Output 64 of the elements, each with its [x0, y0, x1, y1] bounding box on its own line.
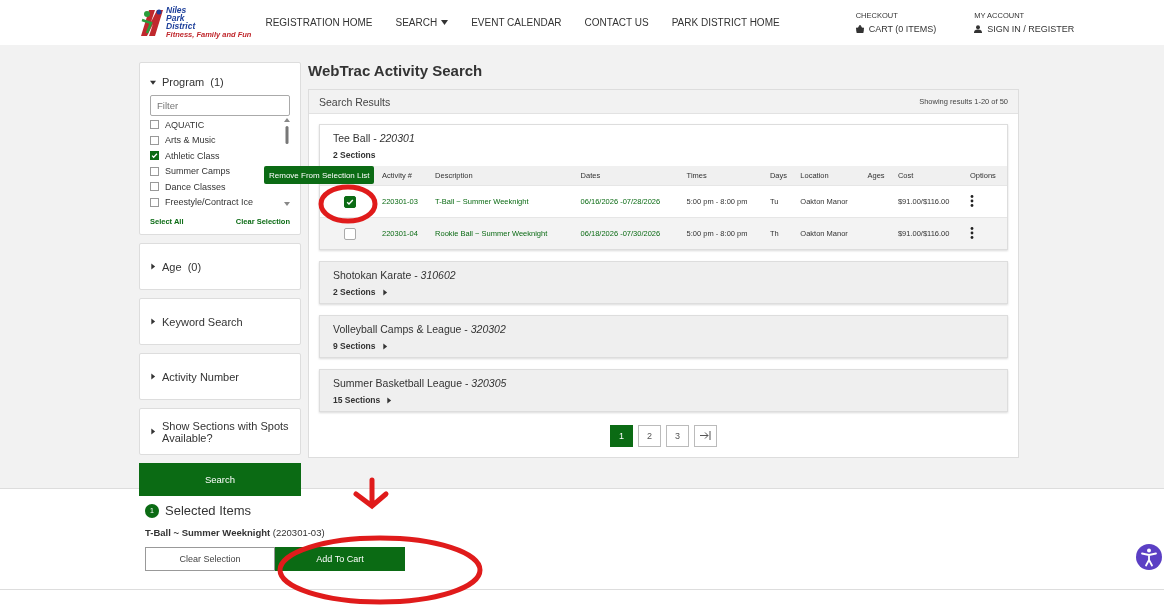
- expand-triangle-icon: [150, 318, 156, 325]
- annotation-arrow: [353, 477, 389, 510]
- more-options-icon[interactable]: [969, 194, 974, 207]
- program-filter-toggle[interactable]: Program (1): [150, 63, 290, 95]
- program-option[interactable]: Athletic Class: [150, 148, 220, 164]
- filter-toggle[interactable]: Activity Number: [139, 353, 301, 400]
- last-page-icon: [700, 430, 711, 440]
- selected-items-title: Selected Items: [165, 503, 251, 518]
- expand-triangle-icon: [386, 396, 393, 404]
- expand-triangle-icon: [150, 263, 156, 270]
- search-button[interactable]: Search: [139, 463, 301, 496]
- activity-name: Tee Ball - 220301: [332, 132, 416, 144]
- filter-field[interactable]: Filter: [150, 95, 290, 116]
- program-option[interactable]: AQUATIC: [150, 117, 205, 133]
- page-button[interactable]: 2: [638, 425, 661, 447]
- program-option[interactable]: Dance Classes: [150, 179, 226, 195]
- checkbox[interactable]: [150, 197, 159, 207]
- more-options-icon[interactable]: [969, 226, 974, 239]
- sections-toggle[interactable]: 9 Sections: [333, 341, 994, 351]
- sections-toggle[interactable]: 2 Sections: [333, 287, 994, 297]
- checkbox[interactable]: [150, 182, 159, 192]
- row-checkbox[interactable]: [344, 227, 356, 240]
- basket-icon: [855, 25, 864, 33]
- program-option[interactable]: Arts & Music: [150, 132, 216, 148]
- cart-link[interactable]: CART (0 ITEMS): [855, 24, 937, 34]
- nav-link[interactable]: CONTACT US: [584, 17, 649, 28]
- results-title: Search Results: [319, 95, 391, 108]
- collapse-triangle-icon: [150, 78, 156, 86]
- expand-triangle-icon: [150, 373, 156, 380]
- activity-name: Shotokan Karate - 310602: [333, 269, 457, 281]
- sections-toggle[interactable]: 15 Sections: [333, 395, 994, 405]
- user-icon: [974, 25, 983, 33]
- program-option[interactable]: Freestyle/Contract Ice: [150, 194, 254, 210]
- expand-triangle-icon: [381, 342, 388, 350]
- page-button[interactable]: 1: [610, 425, 633, 447]
- nav-link[interactable]: REGISTRATION HOME: [265, 17, 373, 28]
- annotation-circle: [318, 184, 378, 224]
- expand-triangle-icon: [150, 428, 156, 435]
- sections-toggle[interactable]: 2 Sections: [320, 150, 1007, 166]
- accessibility-icon[interactable]: [1136, 544, 1162, 570]
- activity-name: Summer Basketball League - 320305: [333, 377, 508, 389]
- page-title: WebTrac Activity Search: [308, 62, 484, 79]
- caret-icon: [441, 20, 449, 25]
- page-button[interactable]: 3: [666, 425, 689, 447]
- nav-link[interactable]: PARK DISTRICT HOME: [671, 17, 780, 28]
- add-to-cart-button[interactable]: Add To Cart: [275, 547, 405, 571]
- activity-name: Volleyball Camps & League - 320302: [333, 323, 507, 335]
- checkbox[interactable]: [150, 151, 159, 161]
- filter-toggle[interactable]: Keyword Search: [139, 298, 301, 345]
- sign-in-link[interactable]: SIGN IN / REGISTER: [974, 24, 1075, 34]
- tooltip: Remove From Selection List: [264, 166, 375, 184]
- expand-triangle-icon: [381, 288, 388, 296]
- filter-toggle[interactable]: Show Sections with Spots Available?: [139, 408, 301, 455]
- program-option[interactable]: Summer Camps: [150, 163, 230, 179]
- row-checkbox[interactable]: [344, 195, 356, 208]
- nav-link[interactable]: SEARCH: [395, 17, 449, 28]
- nav-link[interactable]: EVENT CALENDAR: [471, 17, 562, 28]
- clear-selection-button[interactable]: Clear Selection: [145, 547, 275, 571]
- checkbox[interactable]: [150, 166, 159, 176]
- checkbox[interactable]: [150, 120, 159, 130]
- selected-item: T-Ball ~ Summer Weeknight (220301-03): [145, 527, 326, 538]
- checkbox[interactable]: [150, 135, 159, 145]
- filter-toggle[interactable]: Age (0): [139, 243, 301, 290]
- last-page-button[interactable]: [694, 425, 717, 447]
